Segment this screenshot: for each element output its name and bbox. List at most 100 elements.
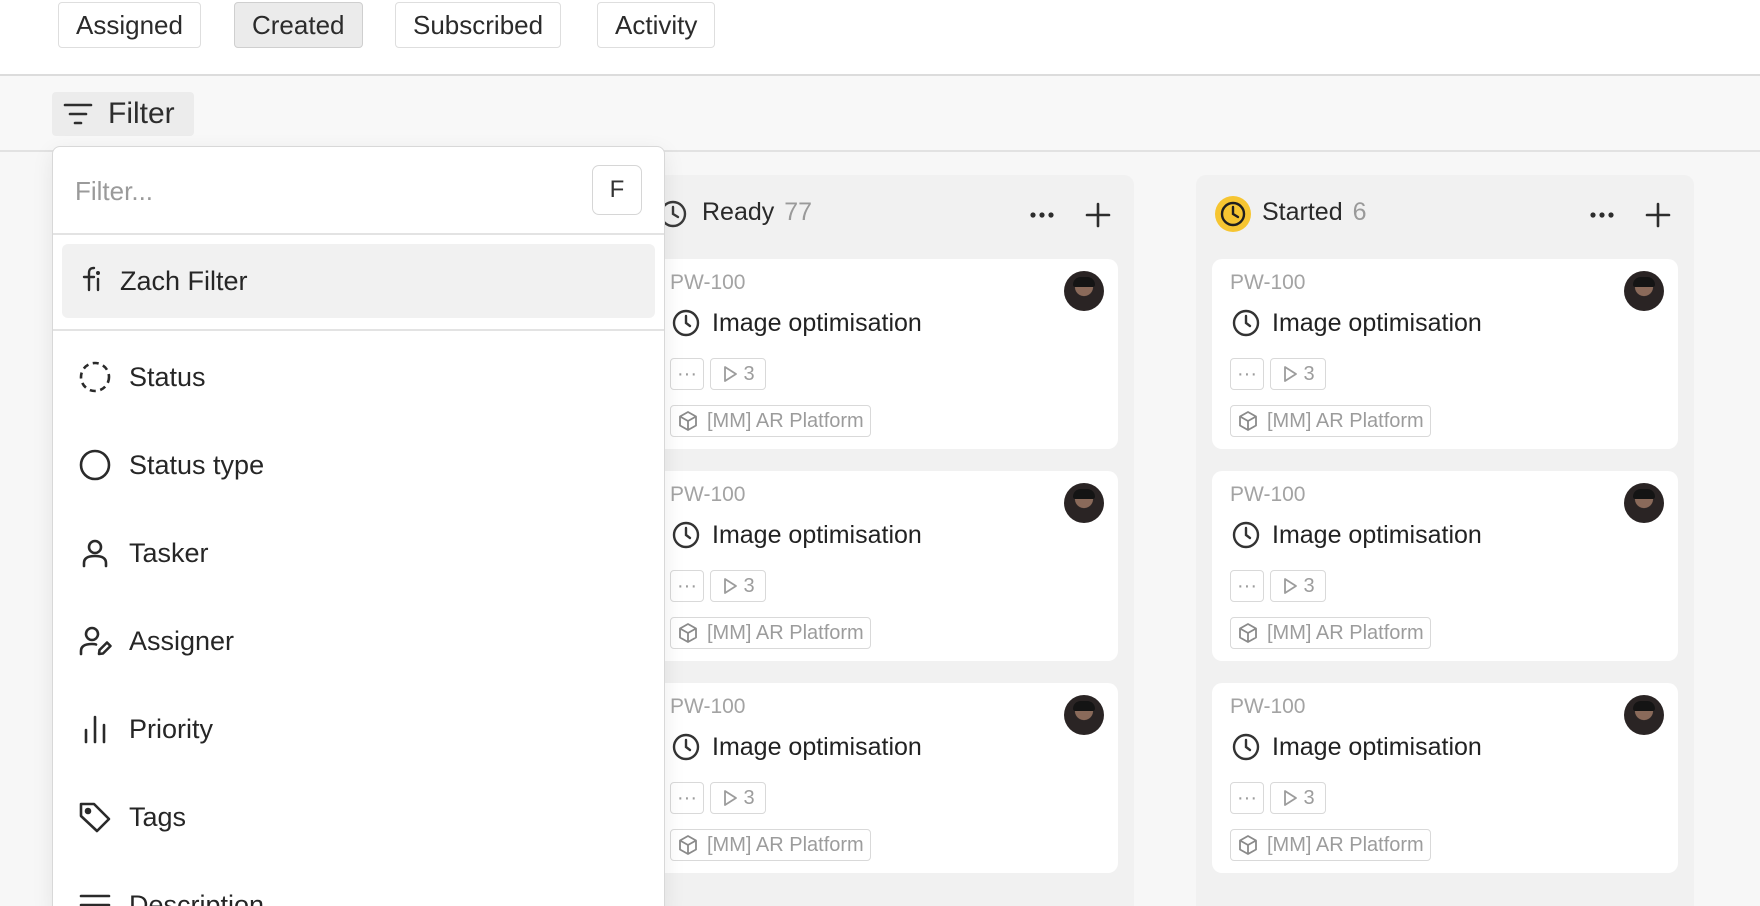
- card-title: Image optimisation: [1272, 732, 1482, 761]
- dashed-circle-icon: [75, 359, 115, 395]
- play-icon: [1284, 366, 1298, 382]
- task-card[interactable]: PW-100 Image optimisation ··· 3 [MM] AR …: [652, 683, 1118, 873]
- filter-dropdown: F Zach Filter Status Status type Tasker: [52, 146, 665, 906]
- filter-field-tags[interactable]: Tags: [53, 773, 664, 861]
- filter-field-label: Tags: [129, 801, 187, 832]
- task-card[interactable]: PW-100 Image optimisation ··· 3 [MM] AR …: [1212, 471, 1678, 661]
- ellipsis-icon: ···: [1237, 362, 1257, 385]
- board-column-started: Started 6 PW-100 Image optimisation ··· 3…: [1196, 175, 1694, 906]
- status-clock-icon[interactable]: [1230, 307, 1262, 339]
- subtasks-count: 3: [1303, 362, 1315, 385]
- tag-icon: [75, 799, 115, 835]
- subtasks-chip[interactable]: 3: [710, 570, 766, 602]
- project-name: [MM] AR Platform: [1267, 833, 1424, 856]
- filter-field-priority[interactable]: Priority: [53, 685, 664, 773]
- status-clock-icon[interactable]: [1230, 519, 1262, 551]
- card-menu-button[interactable]: ···: [670, 358, 704, 390]
- filter-field-label: Status type: [129, 449, 265, 480]
- filter-search-input[interactable]: [75, 167, 555, 215]
- card-menu-button[interactable]: ···: [1230, 570, 1264, 602]
- avatar: [1624, 271, 1664, 311]
- filter-button[interactable]: Filter: [52, 92, 194, 136]
- saved-filter-zach[interactable]: Zach Filter: [62, 244, 655, 318]
- cube-icon: [1239, 411, 1257, 431]
- cube-icon: [679, 835, 697, 855]
- subtasks-count: 3: [743, 574, 755, 597]
- status-clock-icon[interactable]: [670, 519, 702, 551]
- task-card[interactable]: PW-100 Image optimisation ··· 3 [MM] AR …: [652, 471, 1118, 661]
- project-name: [MM] AR Platform: [707, 409, 864, 432]
- more-options-icon[interactable]: [1022, 195, 1062, 235]
- project-chip[interactable]: [MM] AR Platform: [1230, 829, 1431, 861]
- avatar: [1624, 483, 1664, 523]
- avatar: [1624, 695, 1664, 735]
- subtasks-count: 3: [743, 362, 755, 385]
- filter-field-status[interactable]: Status: [53, 333, 664, 421]
- task-card[interactable]: PW-100 Image optimisation ··· 3 [MM] AR …: [1212, 259, 1678, 449]
- project-chip[interactable]: [MM] AR Platform: [670, 617, 871, 649]
- cube-icon: [1239, 623, 1257, 643]
- ellipsis-icon: ···: [1237, 786, 1257, 809]
- project-chip[interactable]: [MM] AR Platform: [1230, 617, 1431, 649]
- card-menu-button[interactable]: ···: [670, 782, 704, 814]
- filter-field-label: Tasker: [129, 537, 209, 568]
- filter-field-label: Description: [129, 889, 265, 906]
- project-chip[interactable]: [MM] AR Platform: [1230, 405, 1431, 437]
- card-id: PW-100: [1230, 695, 1306, 718]
- card-id: PW-100: [670, 695, 746, 718]
- user-icon: [75, 535, 115, 571]
- subtasks-chip[interactable]: 3: [1270, 782, 1326, 814]
- card-title: Image optimisation: [1272, 308, 1482, 337]
- subtasks-chip[interactable]: 3: [710, 358, 766, 390]
- add-card-icon[interactable]: [1078, 195, 1118, 235]
- board-column-ready: Ready 77 PW-100 Image optimisation ··· 3 …: [636, 175, 1134, 906]
- card-title: Image optimisation: [712, 308, 922, 337]
- card-menu-button[interactable]: ···: [1230, 782, 1264, 814]
- task-card[interactable]: PW-100 Image optimisation ··· 3 [MM] AR …: [1212, 683, 1678, 873]
- cube-icon: [679, 623, 697, 643]
- filter-field-status-type[interactable]: Status type: [53, 421, 664, 509]
- project-chip[interactable]: [MM] AR Platform: [670, 405, 871, 437]
- play-icon: [724, 790, 738, 806]
- ellipsis-icon: ···: [677, 574, 697, 597]
- column-count: 6: [1352, 198, 1367, 226]
- tab-subscribed[interactable]: Subscribed: [395, 2, 562, 48]
- project-name: [MM] AR Platform: [707, 833, 864, 856]
- saved-filters: Zach Filter: [53, 235, 664, 331]
- filter-lines-icon: [63, 103, 93, 125]
- card-id: PW-100: [1230, 483, 1306, 506]
- filter-field-assigner[interactable]: Assigner: [53, 597, 664, 685]
- status-clock-icon[interactable]: [670, 307, 702, 339]
- column-title: Ready 77: [702, 198, 813, 226]
- cube-icon: [1239, 835, 1257, 855]
- card-title: Image optimisation: [712, 520, 922, 549]
- task-card[interactable]: PW-100 Image optimisation ··· 3 [MM] AR …: [652, 259, 1118, 449]
- more-options-icon[interactable]: [1582, 195, 1622, 235]
- filter-button-label: Filter: [108, 97, 175, 130]
- function-icon: [75, 263, 107, 300]
- filter-toolbar: Filter: [0, 76, 1760, 152]
- subtasks-chip[interactable]: 3: [1270, 570, 1326, 602]
- play-icon: [1284, 578, 1298, 594]
- filter-field-tasker[interactable]: Tasker: [53, 509, 664, 597]
- circle-icon: [75, 447, 115, 483]
- project-name: [MM] AR Platform: [1267, 409, 1424, 432]
- card-menu-button[interactable]: ···: [670, 570, 704, 602]
- card-menu-button[interactable]: ···: [1230, 358, 1264, 390]
- saved-filter-label: Zach Filter: [120, 265, 248, 296]
- tab-created[interactable]: Created: [234, 2, 363, 48]
- filter-field-label: Status: [129, 361, 206, 392]
- tab-activity[interactable]: Activity: [597, 2, 716, 48]
- card-title: Image optimisation: [712, 732, 922, 761]
- project-chip[interactable]: [MM] AR Platform: [670, 829, 871, 861]
- status-clock-icon[interactable]: [1230, 731, 1262, 763]
- add-card-icon[interactable]: [1638, 195, 1678, 235]
- subtasks-chip[interactable]: 3: [1270, 358, 1326, 390]
- filter-field-label: Priority: [129, 713, 214, 744]
- subtasks-chip[interactable]: 3: [710, 782, 766, 814]
- filter-field-description[interactable]: Description: [53, 861, 664, 906]
- tab-assigned[interactable]: Assigned: [58, 2, 201, 48]
- play-icon: [724, 578, 738, 594]
- subtasks-count: 3: [743, 786, 755, 809]
- status-clock-icon[interactable]: [670, 731, 702, 763]
